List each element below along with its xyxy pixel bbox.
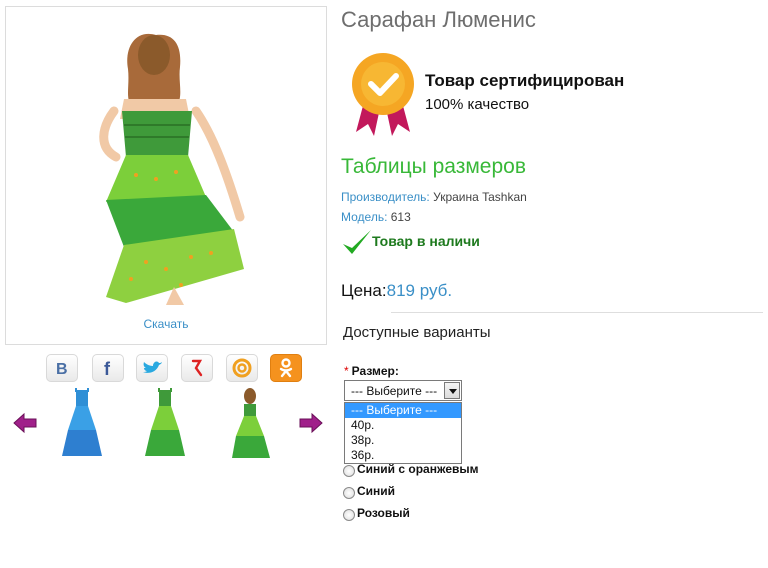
vk-icon[interactable]: B — [46, 354, 78, 382]
price-label: Цена: — [341, 281, 387, 300]
thumbnail-green-dress[interactable] — [135, 386, 195, 462]
size-dropdown-list: --- Выберите --- 40р. 38р. 36р. — [344, 402, 462, 464]
size-option[interactable]: 36р. — [345, 448, 461, 463]
color-option-label: Синий с оранжевым — [357, 462, 479, 476]
mailru-icon[interactable] — [226, 354, 258, 382]
odnoklassniki-icon[interactable] — [181, 354, 213, 382]
certificate-subtitle: 100% качество — [425, 96, 530, 113]
thumbnail-blue-dress[interactable] — [52, 386, 112, 462]
certificate-block: Товар сертифицирован 100% качество — [350, 52, 650, 138]
ok-icon[interactable] — [270, 354, 302, 382]
model-value: 613 — [390, 210, 411, 224]
thumbnail-girl-back-view[interactable] — [220, 386, 280, 462]
facebook-icon[interactable]: f — [92, 354, 124, 382]
manufacturer-label[interactable]: Производитель: — [341, 190, 430, 204]
radio-button[interactable] — [343, 487, 355, 499]
download-link[interactable]: Скачать — [6, 317, 326, 331]
size-label: * Размер: — [344, 364, 399, 378]
size-option[interactable]: 38р. — [345, 433, 461, 448]
manufacturer-line: Производитель: Украина Tashkan — [341, 190, 527, 204]
product-title: Сарафан Люменис — [341, 7, 536, 32]
svg-text:B: B — [56, 361, 68, 378]
arrow-left-icon[interactable] — [12, 412, 38, 434]
model-line: Модель: 613 — [341, 210, 411, 224]
price: Цена:819 руб. — [341, 281, 452, 301]
stock-status: Товар в наличи — [341, 228, 541, 258]
color-option-label: Синий — [357, 484, 396, 498]
certificate-badge-icon — [352, 53, 414, 136]
color-option-label: Розовый — [357, 506, 410, 520]
divider — [391, 312, 763, 313]
certificate-title: Товар сертифицирован — [425, 71, 625, 90]
model-label: Модель: — [341, 210, 388, 224]
required-mark: * — [344, 364, 349, 378]
size-select[interactable]: --- Выберите --- — [344, 380, 462, 401]
chevron-down-icon[interactable] — [444, 382, 460, 399]
size-option[interactable]: --- Выберите --- — [345, 403, 461, 418]
twitter-icon[interactable] — [136, 354, 168, 382]
size-option[interactable]: 40р. — [345, 418, 461, 433]
girl-in-dress-photo — [99, 33, 245, 305]
social-share-row: B f — [46, 354, 306, 382]
svg-text:f: f — [104, 359, 111, 378]
checkmark-icon — [343, 230, 371, 254]
stock-label: Товар в наличи — [372, 233, 480, 249]
variants-title: Доступные варианты — [343, 324, 491, 341]
radio-button[interactable] — [343, 509, 355, 521]
arrow-right-icon[interactable] — [298, 412, 324, 434]
size-tables-link[interactable]: Таблицы размеров — [341, 155, 526, 179]
size-select-value: --- Выберите --- — [351, 384, 438, 398]
manufacturer-value: Украина Tashkan — [433, 190, 527, 204]
size-label-text: Размер: — [351, 364, 399, 378]
price-value: 819 руб. — [386, 281, 453, 300]
main-product-image[interactable]: Скачать — [5, 6, 327, 345]
thumbnail-carousel — [10, 386, 328, 462]
radio-button[interactable] — [343, 465, 355, 477]
